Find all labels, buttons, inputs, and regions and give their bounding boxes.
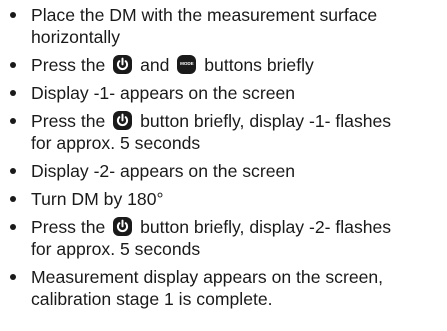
instruction-text-post: button briefly, display -2- flashes bbox=[140, 217, 392, 237]
power-button-icon bbox=[113, 217, 133, 236]
instruction-text-line2: horizontally bbox=[31, 27, 120, 47]
instruction-item-press-power-flash-1: Press the button briefly, display -1- fl… bbox=[0, 110, 447, 154]
instruction-item-place-dm: Place the DM with the measurement surfac… bbox=[0, 4, 447, 48]
instruction-text-pre: Press the bbox=[31, 55, 106, 75]
instruction-text: Display -2- appears on the screen bbox=[31, 161, 296, 181]
bullet-icon bbox=[10, 196, 16, 202]
mode-button-text: MODE bbox=[180, 61, 194, 66]
power-button-icon bbox=[113, 55, 133, 74]
instruction-text: Turn DM by 180° bbox=[31, 189, 164, 209]
instruction-text-line2: for approx. 5 seconds bbox=[31, 133, 201, 153]
power-button-icon bbox=[113, 111, 133, 130]
instruction-item-press-power-mode: Press the and MODE buttons briefly bbox=[0, 54, 447, 76]
instruction-item-measurement-display: Measurement display appears on the scree… bbox=[0, 266, 447, 310]
instruction-item-display-2: Display -2- appears on the screen bbox=[0, 160, 447, 182]
instruction-text-pre: Press the bbox=[31, 217, 106, 237]
mode-button-icon: MODE bbox=[177, 55, 197, 74]
bullet-icon bbox=[10, 118, 16, 124]
instruction-text-post: buttons briefly bbox=[204, 55, 314, 75]
instruction-text: Display -1- appears on the screen bbox=[31, 83, 296, 103]
instruction-list: Place the DM with the measurement surfac… bbox=[0, 0, 447, 316]
instruction-item-press-power-flash-2: Press the button briefly, display -2- fl… bbox=[0, 216, 447, 260]
bullet-icon bbox=[10, 224, 16, 230]
instruction-text-pre: Press the bbox=[31, 111, 106, 131]
instruction-item-display-1: Display -1- appears on the screen bbox=[0, 82, 447, 104]
instruction-text-line1: Place the DM with the measurement surfac… bbox=[31, 5, 378, 25]
bullet-icon bbox=[10, 168, 16, 174]
instruction-text-line1: Measurement display appears on the scree… bbox=[31, 267, 384, 287]
bullet-icon bbox=[10, 274, 16, 280]
instruction-text-post: button briefly, display -1- flashes bbox=[140, 111, 392, 131]
bullet-icon bbox=[10, 90, 16, 96]
bullet-icon bbox=[10, 62, 16, 68]
instruction-item-turn-dm: Turn DM by 180° bbox=[0, 188, 447, 210]
bullet-icon bbox=[10, 12, 16, 18]
instruction-text-line2: for approx. 5 seconds bbox=[31, 239, 201, 259]
instruction-text-line2: calibration stage 1 is complete. bbox=[31, 289, 273, 309]
instruction-text-mid: and bbox=[140, 55, 170, 75]
